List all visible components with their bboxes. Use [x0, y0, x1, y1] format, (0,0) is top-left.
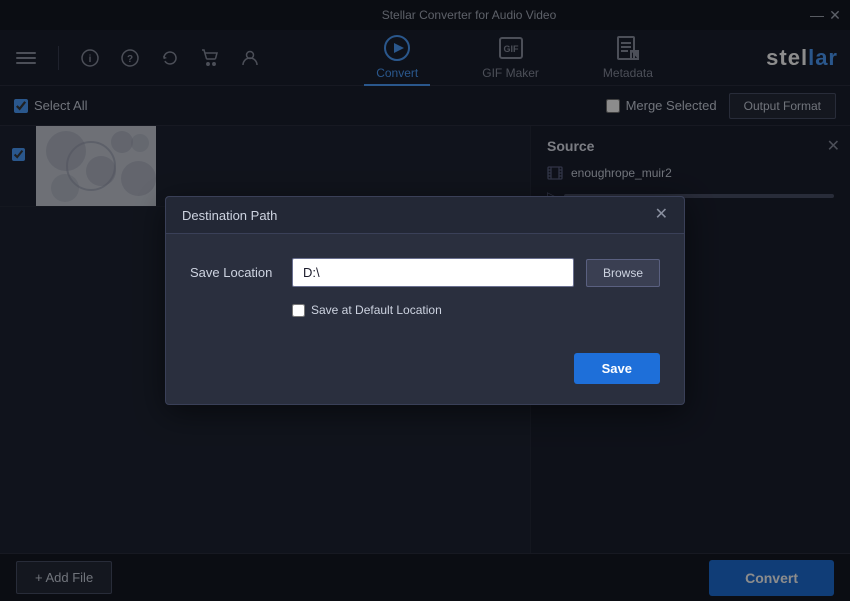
save-default-row: Save at Default Location [292, 303, 660, 317]
modal-title: Destination Path [182, 208, 277, 223]
save-location-label: Save Location [190, 265, 280, 280]
save-default-label: Save at Default Location [311, 303, 442, 317]
destination-path-modal: Destination Path ✕ Save Location Browse … [165, 196, 685, 405]
save-location-row: Save Location Browse [190, 258, 660, 287]
modal-close-button[interactable]: ✕ [655, 207, 668, 223]
browse-button[interactable]: Browse [586, 259, 660, 287]
modal-body: Save Location Browse Save at Default Loc… [166, 234, 684, 341]
save-default-checkbox[interactable] [292, 304, 305, 317]
save-location-input[interactable] [292, 258, 574, 287]
save-default-checkbox-label[interactable]: Save at Default Location [292, 303, 442, 317]
save-button[interactable]: Save [574, 353, 660, 384]
modal-footer: Save [166, 341, 684, 404]
modal-overlay[interactable]: Destination Path ✕ Save Location Browse … [0, 0, 850, 601]
modal-header: Destination Path ✕ [166, 197, 684, 234]
